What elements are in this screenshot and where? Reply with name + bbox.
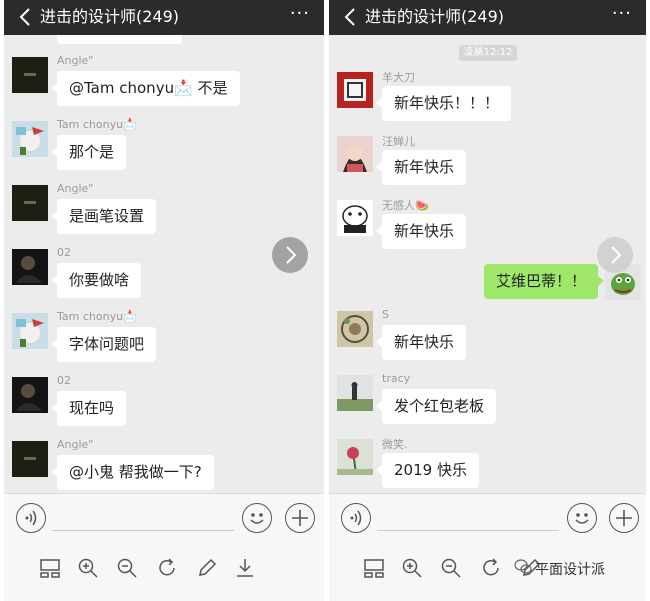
avatar-s[interactable] — [337, 311, 373, 347]
watermark-text: 平面设计派 — [535, 562, 605, 578]
message-bubble[interactable]: 现在吗 — [50, 391, 127, 426]
sender-name: 无感人🍉 — [382, 199, 429, 212]
sender-name: 微笑. — [382, 438, 408, 451]
plus-button[interactable] — [609, 503, 639, 533]
sender-name: Tam chonyu📩 — [57, 310, 137, 323]
message-bubble[interactable]: @小鬼 帮我做一下? — [51, 455, 214, 490]
message-bubble[interactable]: 那个是 — [50, 135, 127, 170]
left-image-toolbar — [4, 542, 324, 601]
sender-name: Angle" — [57, 54, 94, 67]
message-bubble[interactable]: 2019 快乐 — [376, 453, 479, 488]
sender-name: 02 — [57, 246, 71, 259]
message-bubble[interactable]: 新年快乐 — [375, 325, 467, 360]
sender-name: Angle" — [57, 438, 94, 451]
emoji-button[interactable] — [242, 503, 272, 533]
avatar-wangchaner[interactable] — [337, 136, 373, 172]
message-input[interactable] — [377, 530, 559, 531]
avatar-tracy[interactable] — [337, 375, 373, 411]
left-input-bar — [4, 493, 324, 542]
sender-name: S — [382, 308, 389, 321]
message-bubble[interactable]: @Tam chonyu📩 不是 — [51, 71, 240, 106]
sender-name: Tam chonyu📩 — [57, 118, 137, 131]
emoji-icon — [250, 513, 264, 524]
message-input[interactable] — [52, 530, 234, 531]
message-bubble[interactable]: 你要做啥 — [50, 263, 142, 298]
right-chat-panel: 进击的设计师(249) ··· 凌晨12:12 羊大刀 新年快乐！！！ 汪婵儿 … — [329, 0, 646, 601]
rotate-icon[interactable] — [479, 556, 503, 580]
left-header-bar: 进击的设计师(249) ··· — [4, 0, 324, 35]
sender-name: 汪婵儿 — [382, 135, 415, 148]
left-more-menu-icon[interactable]: ··· — [290, 4, 310, 24]
voice-icon — [25, 510, 37, 526]
avatar-angle[interactable] — [12, 441, 48, 477]
next-image-button[interactable] — [597, 237, 633, 273]
avatar-angle[interactable] — [12, 57, 48, 93]
voice-icon — [350, 510, 362, 526]
left-message-list[interactable]: Angle" @Tam chonyu📩 不是 Tam chonyu📩 那个是 A… — [4, 35, 324, 493]
sender-name: 02 — [57, 374, 71, 387]
zoom-in-icon[interactable] — [400, 556, 424, 580]
pencil-icon[interactable] — [195, 556, 219, 580]
zoom-in-icon[interactable] — [76, 556, 100, 580]
back-chevron-icon[interactable] — [16, 6, 36, 28]
message-bubble[interactable]: 发个红包老板 — [375, 389, 497, 424]
sender-name: Angle" — [57, 182, 94, 195]
sender-name: 羊大刀 — [382, 71, 415, 84]
avatar-angle[interactable] — [12, 185, 48, 221]
left-chat-title: 进击的设计师(249) — [40, 7, 180, 26]
back-chevron-icon[interactable] — [341, 6, 361, 28]
avatar-weixiao[interactable] — [337, 439, 373, 475]
emoji-icon — [575, 513, 589, 524]
right-header-bar: 进击的设计师(249) ··· — [329, 0, 646, 35]
plus-icon — [292, 510, 308, 526]
avatar-02[interactable] — [12, 249, 48, 285]
chevron-right-icon — [286, 246, 297, 264]
clipped-previous-bubble — [57, 35, 182, 44]
sender-name: tracy — [382, 372, 411, 385]
plus-button[interactable] — [285, 503, 315, 533]
zoom-out-icon[interactable] — [115, 556, 139, 580]
zoom-out-icon[interactable] — [439, 556, 463, 580]
message-bubble[interactable]: 字体问题吧 — [50, 327, 157, 362]
avatar-tam-chonyu[interactable] — [12, 313, 48, 349]
right-message-list[interactable]: 凌晨12:12 羊大刀 新年快乐！！！ 汪婵儿 新年快乐 无感人🍉 新年快乐 艾… — [329, 35, 646, 493]
emoji-button[interactable] — [567, 503, 597, 533]
right-chat-title: 进击的设计师(249) — [365, 7, 505, 26]
message-bubble[interactable]: 新年快乐 — [375, 214, 467, 249]
voice-button[interactable] — [16, 503, 46, 533]
layout-icon[interactable] — [362, 556, 386, 580]
own-message-bubble[interactable]: 艾维巴蒂！！ — [483, 264, 605, 299]
avatar-yangdadao[interactable] — [337, 72, 373, 108]
timestamp-label: 凌晨12:12 — [459, 45, 517, 61]
message-bubble[interactable]: 是画笔设置 — [50, 199, 157, 234]
chevron-right-icon — [611, 246, 622, 264]
message-bubble[interactable]: 新年快乐 — [375, 150, 467, 185]
rotate-icon[interactable] — [155, 556, 179, 580]
wechat-logo-icon — [514, 559, 532, 574]
left-chat-panel: 进击的设计师(249) ··· Angle" @Tam chonyu📩 不是 T… — [4, 0, 324, 601]
right-input-bar — [329, 493, 646, 542]
message-bubble[interactable]: 新年快乐！！！ — [375, 86, 512, 121]
right-more-menu-icon[interactable]: ··· — [612, 4, 632, 24]
plus-icon — [616, 510, 632, 526]
avatar-tam-chonyu[interactable] — [12, 121, 48, 157]
download-icon[interactable] — [233, 556, 257, 580]
avatar-02[interactable] — [12, 377, 48, 413]
next-image-button[interactable] — [272, 237, 308, 273]
layout-icon[interactable] — [38, 556, 62, 580]
avatar-wuganren[interactable] — [337, 200, 373, 236]
voice-button[interactable] — [341, 503, 371, 533]
